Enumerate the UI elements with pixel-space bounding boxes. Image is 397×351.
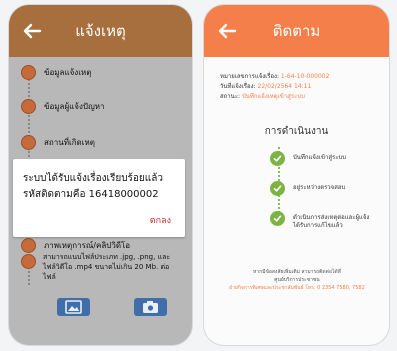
info-label: วันที่แจ้งเรื่อง: (220, 83, 256, 90)
info-row: หมายเลขการแจ้งเรื่อง: 1-64-10-000002 (220, 72, 380, 82)
step-dot-icon (21, 134, 36, 150)
progress-step-label: บันทึกแจ้งเข้าสู่ระบบ (293, 154, 347, 161)
gallery-button[interactable] (57, 298, 90, 316)
check-icon (270, 211, 285, 226)
progress-step-label: ดำเนินการส่งเหตุต่อและผู้แจ้งได้รับการแก… (293, 214, 370, 229)
contact-footer: หากมีข้อสงสัยเพิ่มเติม สามารถติดต่อได้ที… (212, 268, 382, 292)
step-label: สถานที่เกิดเหตุ (44, 137, 95, 147)
step-report-info[interactable]: ข้อมูลแจ้งเหตุ (21, 64, 180, 80)
tracking-info: หมายเลขการแจ้งเรื่อง: 1-64-10-000002 วัน… (220, 72, 380, 102)
step-label: ภาพเหตุการณ์/คลิปวิดีโอ (44, 240, 131, 250)
tracking-header: ติดตาม (204, 5, 389, 57)
tracking-screen: ติดตาม หมายเลขการแจ้งเรื่อง: 1-64-10-000… (204, 5, 389, 345)
footer-line: ศูนย์บริการประชาชน (274, 277, 320, 283)
check-icon (270, 181, 285, 196)
progress-step-reviewing: อยู่ระหว่างตรวจสอบ (270, 181, 375, 196)
info-label: สถานะ: (220, 93, 241, 100)
footer-line: หากมีข้อสงสัยเพิ่มเติม สามารถติดต่อได้ที… (253, 269, 341, 275)
check-icon (270, 151, 285, 166)
success-dialog: ระบบได้รับแจ้งเรื่องเรียบร้อยแล้ว รหัสติ… (13, 159, 185, 237)
step-label: ข้อมูลแจ้งเหตุ (44, 67, 92, 77)
step-dot-icon (21, 253, 36, 269)
progress-step-label: อยู่ระหว่างตรวจสอบ (293, 184, 346, 191)
dialog-message: ระบบได้รับแจ้งเรื่องเรียบร้อยแล้ว รหัสติ… (23, 173, 163, 200)
step-dot-icon (21, 64, 36, 80)
upload-hint: สามารถแนบไฟล์ประเภท .jpg, .png, และไฟล์ว… (43, 253, 171, 281)
image-icon (65, 300, 82, 314)
report-screen: แจ้งเหตุ ข้อมูลแจ้งเหตุ ข้อมูลผู้แจ้งปัญ… (9, 5, 192, 345)
step-dot-icon (21, 98, 36, 114)
report-header: แจ้งเหตุ (9, 5, 192, 57)
upload-buttons (57, 298, 167, 316)
report-status: บันทึกแจ้งเหตุเข้าสู่ระบบ (241, 93, 305, 100)
camera-icon (143, 301, 158, 313)
progress-step-recorded: บันทึกแจ้งเข้าสู่ระบบ (270, 151, 375, 166)
info-row: สถานะ: บันทึกแจ้งเหตุเข้าสู่ระบบ (220, 92, 380, 102)
step-location[interactable]: สถานที่เกิดเหตุ (21, 134, 180, 150)
report-date: 22/02/2564 14:11 (257, 83, 312, 90)
dialog-ok-button[interactable]: ตกลง (150, 213, 171, 227)
info-label: หมายเลขการแจ้งเรื่อง: (220, 73, 279, 80)
footer-contact: ฝ่ายกิจการพิเศษและประชาสัมพันธ์ โทร. 0 2… (229, 285, 365, 291)
progress-title: การดำเนินงาน (264, 126, 329, 137)
step-photo[interactable]: ภาพเหตุการณ์/คลิปวิดีโอ (21, 237, 180, 253)
progress-step-resolved: ดำเนินการส่งเหตุต่อและผู้แจ้งได้รับการแก… (270, 211, 375, 230)
step-label: ข้อมูลผู้แจ้งปัญหา (44, 101, 105, 111)
camera-button[interactable] (134, 298, 167, 316)
back-arrow-icon[interactable] (215, 19, 239, 43)
back-arrow-icon[interactable] (20, 19, 44, 43)
step-reporter-info[interactable]: ข้อมูลผู้แจ้งปัญหา (21, 98, 180, 114)
step-dot-icon (21, 237, 36, 253)
info-row: วันที่แจ้งเรื่อง: 22/02/2564 14:11 (220, 82, 380, 92)
tracking-number: 1-64-10-000002 (280, 73, 330, 80)
